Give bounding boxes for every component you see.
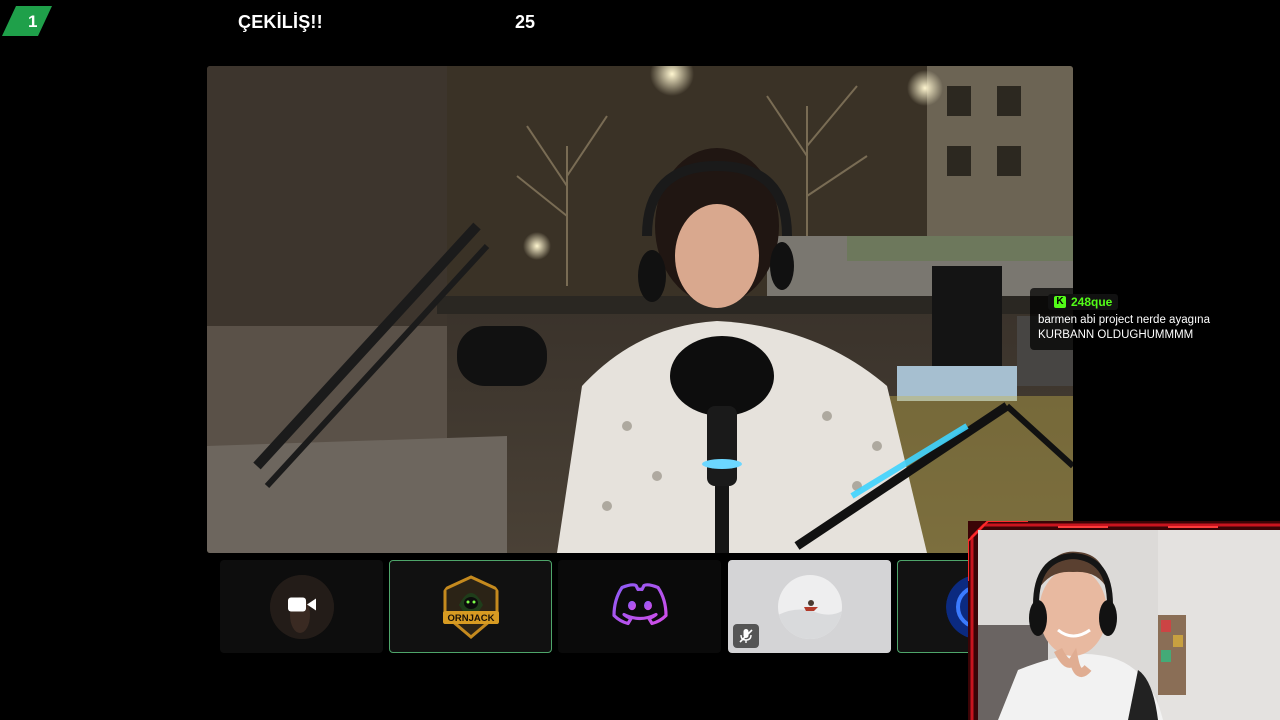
participant-tile-snow[interactable] — [728, 560, 891, 653]
participant-tile-discord[interactable] — [558, 560, 721, 653]
chat-user-tag[interactable]: K 248que — [1048, 294, 1119, 310]
chat-line-2: KURBANN OLDUGHUMMMM — [1038, 329, 1194, 341]
avatar — [777, 574, 842, 639]
page-title: ÇEKİLİŞ!! — [238, 12, 323, 32]
participant-tile-camera[interactable] — [220, 560, 383, 653]
ornjack-logo: ORNJACK — [439, 574, 503, 639]
badge-number: 1 — [28, 12, 38, 31]
green-slash-icon — [2, 6, 52, 36]
video-camera-icon — [287, 595, 316, 618]
chat-message-text: barmen abi project nerde ayagına KURBANN… — [1036, 313, 1274, 343]
participant-tile-ornjack[interactable]: ORNJACK — [389, 560, 552, 653]
chat-username: 248que — [1071, 295, 1113, 309]
main-video-feed[interactable] — [207, 66, 1073, 553]
mic-muted-icon — [733, 624, 759, 648]
chat-line-1: barmen abi project nerde ayagına — [1038, 314, 1210, 326]
kick-icon: K — [1054, 296, 1066, 308]
webcam-video — [978, 530, 1280, 720]
streamer-webcam[interactable] — [968, 521, 1280, 720]
chat-message: K 248que barmen abi project nerde ayagın… — [1030, 288, 1280, 350]
top-bar: 1 ÇEKİLİŞ!! 25 — [0, 0, 1280, 44]
rank-badge: 1 — [2, 6, 52, 36]
stream-video-frame — [207, 66, 1073, 553]
discord-icon — [610, 581, 670, 632]
ornjack-logo-text: ORNJACK — [447, 613, 494, 624]
entry-count: 25 — [515, 12, 536, 32]
